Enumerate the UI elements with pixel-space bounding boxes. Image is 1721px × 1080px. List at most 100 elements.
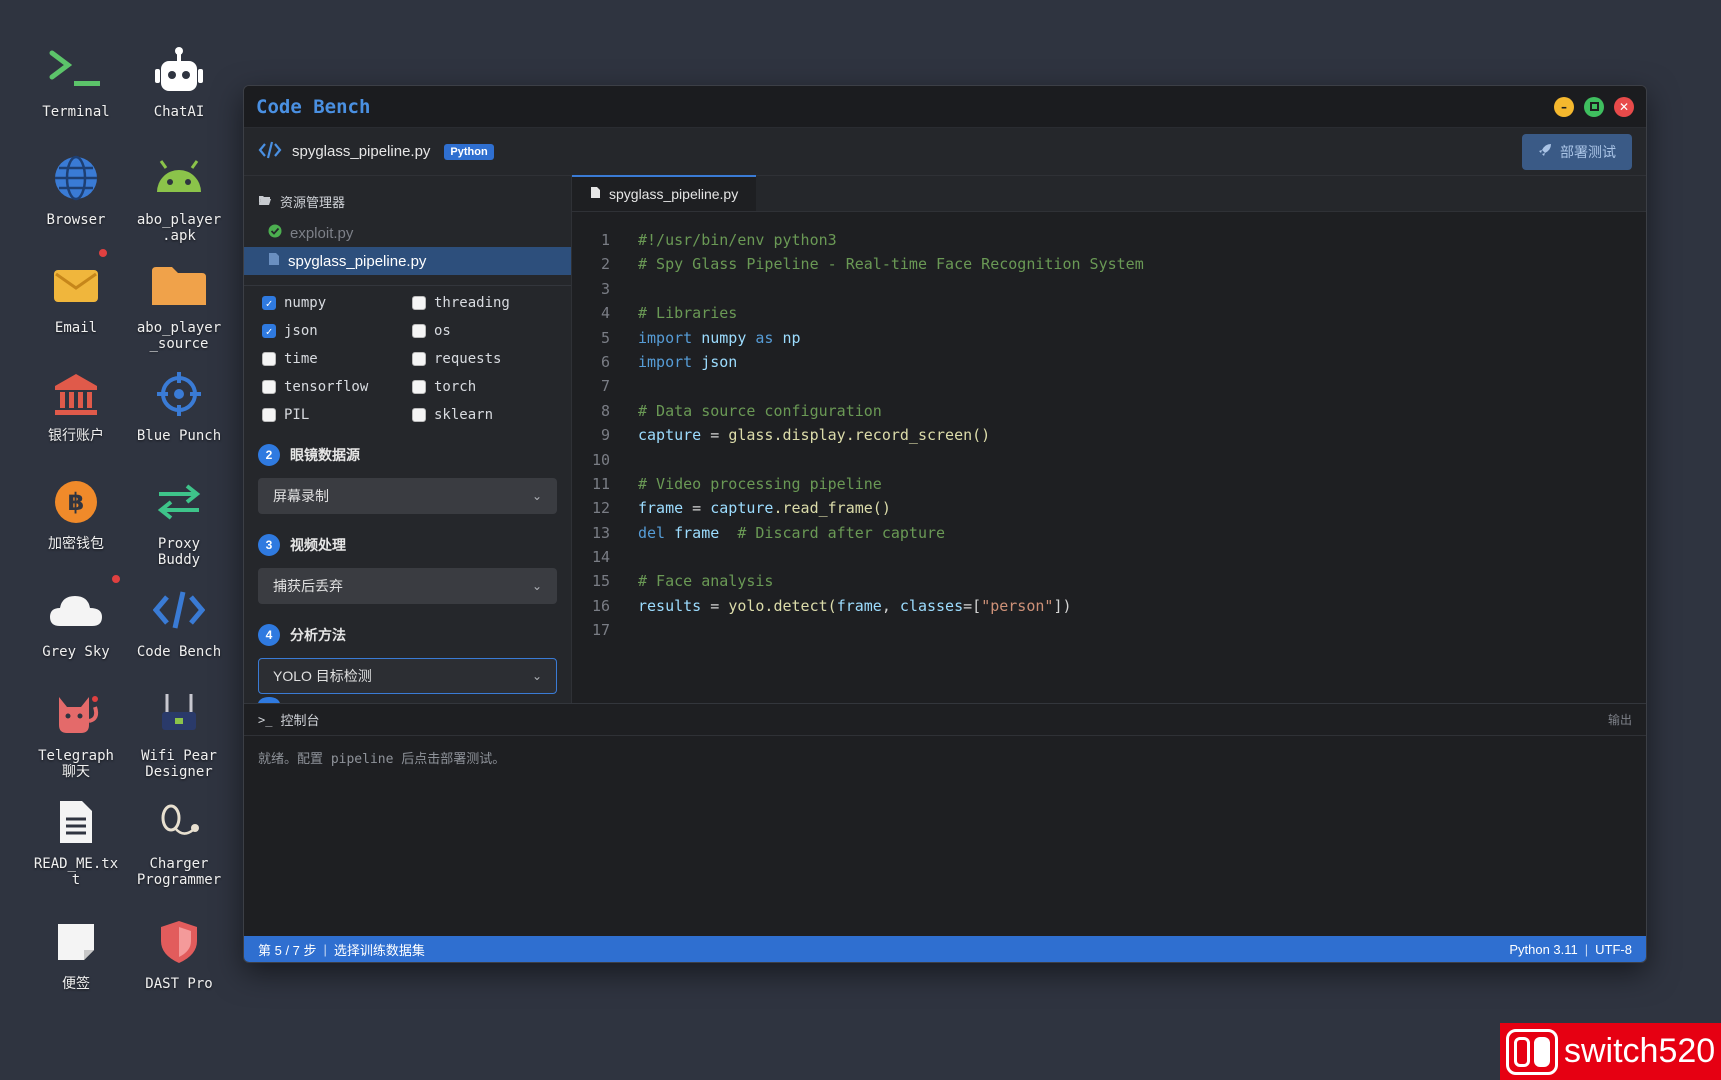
language-badge: Python <box>444 143 494 160</box>
desktop-icon-code-bench[interactable]: Code Bench <box>129 580 229 660</box>
checkbox[interactable] <box>262 352 276 366</box>
library-numpy[interactable]: ✓ numpy <box>262 294 412 312</box>
code-variable: frame <box>674 523 720 542</box>
code-variable: frame <box>638 499 684 518</box>
minimize-button[interactable]: – <box>1554 96 1574 117</box>
checkbox[interactable] <box>412 408 426 422</box>
desktop-icon-source-folder[interactable]: abo_player _source <box>129 256 229 352</box>
desktop-icon-dast-pro[interactable]: DAST Pro <box>129 912 229 992</box>
library-os[interactable]: os <box>412 322 562 340</box>
file-item-spyglass[interactable]: spyglass_pipeline.py <box>244 247 571 275</box>
code-line: 6 import json <box>572 350 1646 374</box>
window-title: Code Bench <box>256 95 371 118</box>
desktop-icon-telegraph[interactable]: Telegraph 聊天 <box>26 684 126 780</box>
code-keyword: import <box>638 352 693 371</box>
checkbox[interactable] <box>262 408 276 422</box>
code-variable: frame <box>836 596 882 615</box>
desktop-icon-charger[interactable]: Charger Programmer <box>129 792 229 888</box>
desktop-icon-proxy-buddy[interactable]: Proxy Buddy <box>129 472 229 568</box>
step-label: 视频处理 <box>290 537 346 553</box>
code-call: yolo.detect( <box>728 596 837 615</box>
checkbox-checked[interactable]: ✓ <box>262 296 276 310</box>
tab-spyglass-pipeline[interactable]: spyglass_pipeline.py <box>572 175 757 211</box>
svg-text:฿: ฿ <box>68 488 85 516</box>
analysis-method-select[interactable]: YOLO 目标检测 ⌄ <box>258 658 557 694</box>
code-comment: # Spy Glass Pipeline - Real-time Face Re… <box>638 255 1144 274</box>
checkbox[interactable] <box>262 380 276 394</box>
library-tensorflow[interactable]: tensorflow <box>262 378 412 396</box>
select-value: YOLO 目标检测 <box>273 668 372 684</box>
line-number: 15 <box>591 572 610 591</box>
desktop-icon-chatai[interactable]: ChatAI <box>129 40 229 120</box>
console-output-label[interactable]: 输出 <box>1608 711 1632 728</box>
close-icon: ✕ <box>1618 99 1630 114</box>
desktop-icon-blue-punch[interactable]: Blue Punch <box>129 364 229 444</box>
desktop-icon-crypto-wallet[interactable]: ฿ 加密钱包 <box>26 472 126 552</box>
file-bar: spyglass_pipeline.py Python 部署测试 <box>244 128 1646 176</box>
desktop-icon-terminal[interactable]: Terminal <box>26 40 126 120</box>
file-item-label: exploit.py <box>290 224 354 242</box>
code-alias: np <box>782 328 801 347</box>
library-time[interactable]: time <box>262 350 412 368</box>
close-button[interactable]: ✕ <box>1614 96 1634 117</box>
library-sklearn[interactable]: sklearn <box>412 406 562 424</box>
desktop-icon-label: Charger Programmer <box>136 856 222 888</box>
router-icon <box>149 684 209 744</box>
code-editor[interactable]: spyglass_pipeline.py 1 #!/usr/bin/env pyt… <box>572 175 1646 703</box>
console-title: 控制台 <box>280 713 320 728</box>
library-json[interactable]: ✓ json <box>262 322 412 340</box>
data-source-select[interactable]: 屏幕录制 ⌄ <box>258 478 557 514</box>
checkbox[interactable] <box>412 352 426 366</box>
checkbox[interactable] <box>412 380 426 394</box>
line-number: 14 <box>591 548 610 567</box>
deploy-test-button[interactable]: 部署测试 <box>1522 133 1632 170</box>
desktop-icon-label: abo_player _source <box>136 320 222 352</box>
desktop-icon-email[interactable]: Email <box>26 256 126 336</box>
code-variable: capture <box>710 499 774 518</box>
desktop-icon-label: Code Bench <box>136 644 222 660</box>
desktop-icon-wifi-pear[interactable]: Wifi Pear Designer <box>129 684 229 780</box>
swap-arrows-icon <box>149 472 209 532</box>
code-comment: # Video processing pipeline <box>638 474 882 493</box>
checkbox-checked[interactable]: ✓ <box>262 324 276 338</box>
desktop-icon-label: abo_player .apk <box>136 212 222 244</box>
minimize-icon: – <box>1561 99 1567 114</box>
library-label: threading <box>434 295 510 311</box>
current-file-name: spyglass_pipeline.py <box>292 143 431 160</box>
watermark: switch520 <box>1500 1023 1721 1080</box>
checkbox[interactable] <box>412 324 426 338</box>
document-icon <box>46 792 106 852</box>
line-number: 1 <box>600 231 610 249</box>
shield-icon <box>149 912 209 972</box>
code-operator: = <box>701 596 729 615</box>
library-requests[interactable]: requests <box>412 350 562 368</box>
library-torch[interactable]: torch <box>412 378 562 396</box>
code-line: 17 <box>572 618 1646 642</box>
code-module: numpy <box>701 328 747 347</box>
library-threading[interactable]: threading <box>412 294 562 312</box>
desktop-icon-grey-sky[interactable]: Grey Sky <box>26 580 126 660</box>
console-panel: >_ 控制台 输出 就绪。配置 pipeline 后点击部署测试。 <box>244 703 1646 946</box>
file-item-exploit[interactable]: exploit.py <box>244 219 571 247</box>
line-number: 13 <box>591 523 610 542</box>
desktop-icon-notes[interactable]: 便签 <box>26 912 126 992</box>
envelope-icon <box>46 256 106 316</box>
code-area[interactable]: 1 #!/usr/bin/env python3 2 # Spy Glass Pip… <box>572 212 1646 643</box>
desktop-icon-bank[interactable]: 银行账户 <box>26 364 126 444</box>
desktop-icon-label: Wifi Pear Designer <box>141 748 217 780</box>
video-processing-select[interactable]: 捕获后丢弃 ⌄ <box>258 568 557 604</box>
library-pil[interactable]: PIL <box>262 406 412 424</box>
checkbox[interactable] <box>412 296 426 310</box>
desktop-icon-label: READ_ME.tx t <box>33 856 119 888</box>
desktop-icon-apk[interactable]: abo_player .apk <box>129 148 229 244</box>
folder-open-icon <box>258 194 272 209</box>
code-file-icon <box>258 141 282 163</box>
code-line: 16 results = yolo.detect(frame, classes =[… <box>572 594 1646 618</box>
desktop-icon-readme[interactable]: READ_ME.tx t <box>26 792 126 888</box>
sidebar: 资源管理器 exploit.py spyglass_pipeline.py ✓ n… <box>244 176 572 703</box>
robot-icon <box>149 40 209 100</box>
bitcoin-icon: ฿ <box>46 472 106 532</box>
maximize-button[interactable] <box>1584 96 1604 117</box>
desktop-icon-browser[interactable]: Browser <box>26 148 126 228</box>
title-bar[interactable]: Code Bench – ✕ <box>244 86 1646 128</box>
